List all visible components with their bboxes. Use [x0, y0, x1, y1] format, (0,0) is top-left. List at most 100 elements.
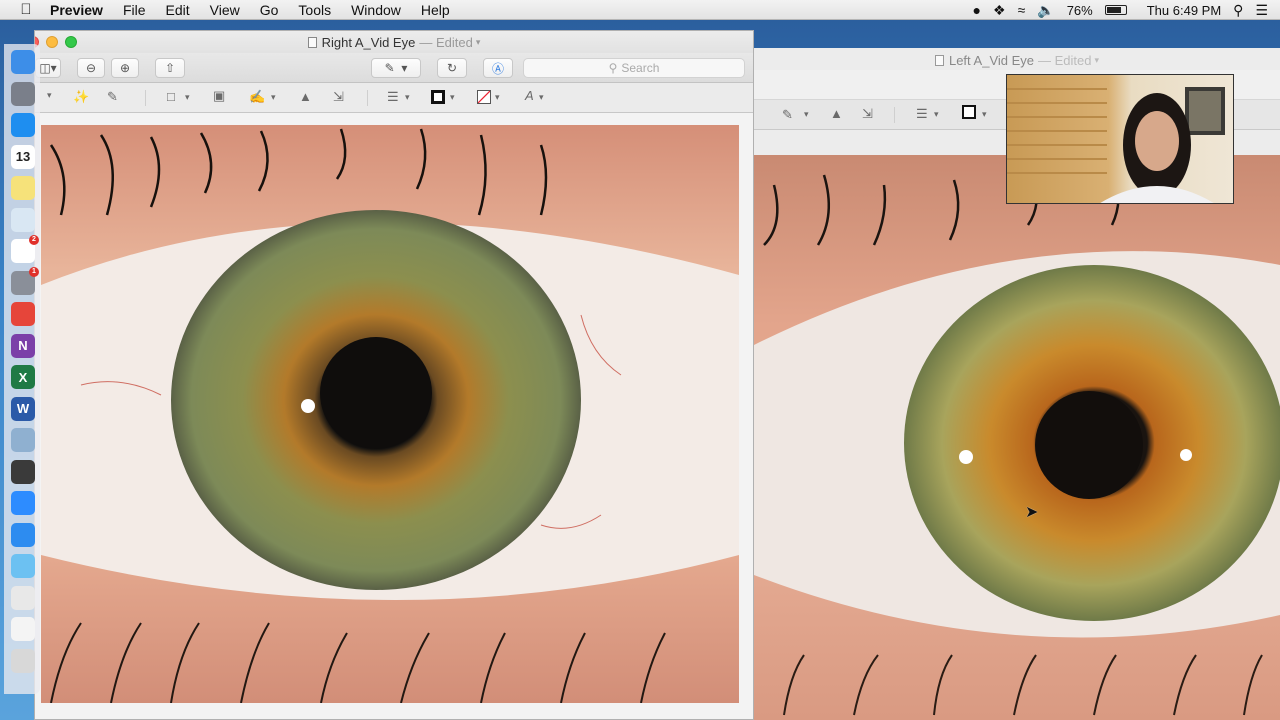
highlight-button[interactable]: ✎ ▾: [371, 58, 421, 78]
sidebar-icon: ◫: [39, 61, 51, 75]
webcam-video-overlay[interactable]: [1006, 74, 1234, 204]
dock-preview-icon[interactable]: [11, 207, 35, 232]
dropbox-icon[interactable]: ❖: [993, 2, 1006, 19]
chevron-down-icon[interactable]: ▾: [495, 92, 500, 103]
menu-file[interactable]: File: [123, 2, 146, 18]
edited-label[interactable]: — Edited: [1038, 53, 1091, 68]
menu-clock[interactable]: Thu 6:49 PM: [1147, 3, 1221, 18]
right-eye-image[interactable]: [41, 125, 739, 703]
dock-chrome-icon[interactable]: [11, 302, 35, 326]
chevron-down-icon[interactable]: ▾: [405, 92, 410, 103]
mouse-cursor: ➤: [1025, 504, 1039, 521]
dock-zoom-icon[interactable]: [11, 491, 35, 515]
adjust-size-icon[interactable]: ⇲: [333, 89, 344, 105]
chevron-down-icon[interactable]: ▾: [271, 92, 276, 103]
markup-toolbar-button[interactable]: Ⓐ: [483, 58, 513, 78]
menu-go[interactable]: Go: [260, 2, 279, 18]
chevron-down-icon[interactable]: ▾: [1095, 55, 1100, 66]
shape-style-icon[interactable]: ☰: [387, 89, 399, 105]
zoom-in-button[interactable]: ⊕: [111, 58, 139, 78]
dock-reminders-icon[interactable]: 2: [11, 235, 39, 263]
wifi-icon[interactable]: ≈: [1018, 2, 1026, 18]
shape-style-icon[interactable]: ☰: [916, 106, 928, 122]
window-title-bar[interactable]: Left A_Vid Eye — Edited ▾: [754, 50, 1280, 70]
dock-documents-stack-icon[interactable]: [11, 617, 35, 641]
app-menu[interactable]: Preview: [50, 2, 103, 18]
separator: [145, 90, 146, 106]
rotate-button[interactable]: ↻: [437, 58, 467, 78]
window-title: Left A_Vid Eye: [948, 52, 1035, 68]
dock-app-store-icon[interactable]: [11, 522, 35, 547]
menu-help[interactable]: Help: [421, 2, 450, 18]
share-button[interactable]: ⇧: [155, 58, 185, 78]
dock-icon-label: X: [18, 369, 28, 385]
dock-icon-label: N: [18, 338, 28, 353]
fill-color-icon[interactable]: [477, 90, 491, 104]
chevron-down-icon[interactable]: ▾: [476, 37, 481, 48]
search-placeholder: Search: [621, 61, 660, 75]
text-box-icon[interactable]: ▣: [213, 88, 225, 104]
menu-view[interactable]: View: [210, 2, 240, 18]
volume-icon[interactable]: 🔈: [1037, 2, 1054, 19]
markup-icon: Ⓐ: [491, 61, 504, 76]
webcam-person: [1007, 87, 1225, 203]
menu-edit[interactable]: Edit: [166, 2, 190, 18]
battery-icon[interactable]: [1104, 5, 1127, 15]
dock-onenote-icon[interactable]: N: [11, 333, 35, 358]
dock-system-preferences-icon[interactable]: 1: [11, 266, 39, 295]
menu-tools[interactable]: Tools: [298, 2, 331, 18]
left-eye-image[interactable]: [754, 155, 1280, 720]
dock-trash-icon[interactable]: [11, 648, 35, 673]
dock-finder-icon[interactable]: [11, 50, 35, 74]
adjust-size-icon[interactable]: ⇲: [862, 106, 873, 122]
sketch-icon[interactable]: ✎: [107, 89, 118, 105]
text-style-icon[interactable]: A: [525, 88, 534, 103]
zoom-out-button[interactable]: ⊖: [77, 58, 105, 78]
search-field[interactable]: ⚲ Search: [523, 58, 745, 78]
document-icon: [934, 54, 944, 66]
instant-alpha-icon[interactable]: ✨: [73, 89, 89, 105]
notification-badge: 2: [29, 235, 39, 245]
dock-word-icon[interactable]: W: [11, 396, 35, 421]
chevron-down-icon[interactable]: ▾: [804, 109, 809, 120]
apple-menu-icon[interactable]: : [16, 1, 36, 18]
eye-photo: [754, 155, 1280, 720]
dock-launchpad-icon[interactable]: [11, 81, 35, 106]
window-title-bar[interactable]: Right A_Vid Eye — Edited ▾: [35, 31, 753, 53]
eye-photo: [41, 125, 739, 703]
separator: [894, 107, 895, 123]
notification-center-icon[interactable]: ☰: [1255, 2, 1268, 19]
chevron-down-icon[interactable]: ▾: [185, 92, 190, 103]
chevron-down-icon[interactable]: ▾: [982, 109, 987, 120]
dock-downloads-folder-icon[interactable]: [11, 554, 35, 578]
dock-notes-icon[interactable]: [11, 176, 35, 200]
dock-recent-files-icon[interactable]: [11, 585, 35, 610]
signature-icon[interactable]: ✍: [249, 89, 265, 105]
dock-icon-label: W: [16, 401, 30, 416]
toolbar: ◫ ▾ ⊖ ⊕ ⇧ ✎ ▾ ↻ Ⓐ ⚲ Search: [35, 53, 753, 83]
dock-safari-icon[interactable]: [11, 113, 35, 137]
siri-icon[interactable]: ●: [973, 2, 981, 18]
shapes-icon[interactable]: □: [167, 89, 175, 104]
adjust-color-icon[interactable]: ▲: [830, 106, 843, 121]
dock-excel-icon[interactable]: X: [11, 365, 35, 389]
chevron-down-icon[interactable]: ▾: [450, 92, 455, 103]
spotlight-icon[interactable]: ⚲: [1233, 2, 1243, 19]
share-icon: ⇧: [164, 61, 176, 75]
border-color-icon[interactable]: [431, 90, 445, 104]
minimize-button[interactable]: [46, 36, 58, 48]
adjust-color-icon[interactable]: ▲: [299, 89, 312, 104]
sketch-icon[interactable]: ✎: [782, 107, 793, 123]
preview-window-right-eye[interactable]: Right A_Vid Eye — Edited ▾ ◫ ▾ ⊖ ⊕ ⇧ ✎ ▾ …: [34, 30, 754, 720]
zoom-button[interactable]: [65, 36, 77, 48]
dock-icon-label: 13: [15, 149, 31, 164]
dock-calendar-icon[interactable]: 13: [11, 144, 35, 169]
menu-window[interactable]: Window: [351, 2, 401, 18]
dock-image-capture-icon[interactable]: [11, 428, 35, 452]
dock-quicktime-icon[interactable]: [11, 459, 35, 484]
edited-label[interactable]: — Edited: [419, 35, 472, 50]
border-color-icon[interactable]: [962, 105, 976, 119]
chevron-down-icon[interactable]: ▾: [539, 92, 544, 103]
chevron-down-icon[interactable]: ▾: [47, 90, 52, 101]
chevron-down-icon[interactable]: ▾: [934, 109, 939, 120]
